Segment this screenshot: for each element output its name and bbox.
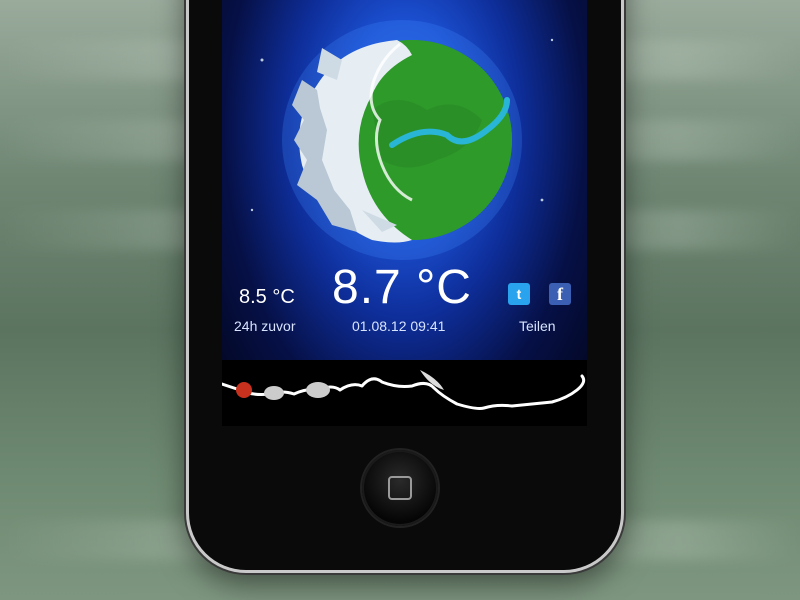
previous-temperature: 8.5 °C bbox=[239, 286, 295, 308]
measurement-timestamp: 01.08.12 09:41 bbox=[352, 318, 446, 334]
home-square-icon bbox=[388, 476, 412, 500]
earth-globe-graphic[interactable] bbox=[222, 0, 587, 260]
twitter-icon[interactable]: t bbox=[508, 283, 530, 305]
river-path-graphic bbox=[222, 370, 586, 410]
home-button-icon[interactable] bbox=[362, 450, 438, 526]
river-timeline[interactable] bbox=[222, 360, 587, 426]
timeline-position-marker[interactable] bbox=[236, 382, 252, 398]
share-label[interactable]: Teilen bbox=[519, 318, 556, 334]
previous-temperature-label: 24h zuvor bbox=[234, 318, 296, 334]
app-screen: 8.5 °C 24h zuvor 8.7 °C 01.08.12 09:41 t… bbox=[222, 0, 587, 426]
current-temperature: 8.7 °C bbox=[332, 261, 472, 314]
facebook-icon[interactable]: f bbox=[549, 283, 571, 305]
